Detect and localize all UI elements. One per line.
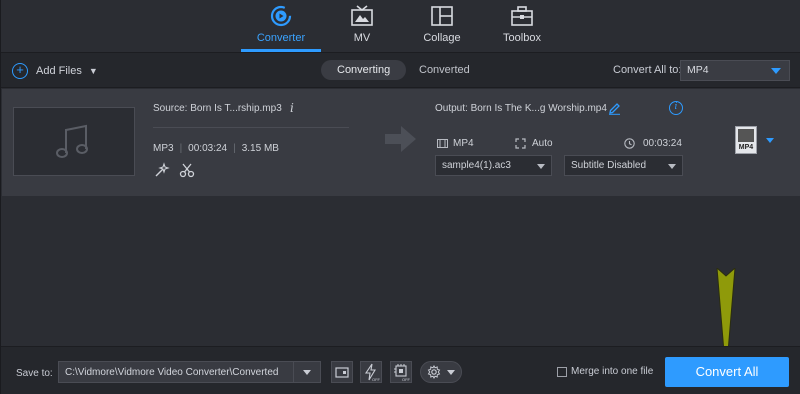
settings-button[interactable] [420, 361, 462, 383]
edit-icon[interactable] [608, 102, 621, 115]
checkbox[interactable] [557, 366, 567, 377]
save-to-label: Save to: [16, 368, 53, 379]
clock-icon [624, 138, 635, 149]
dropdown-arrow-icon [771, 68, 781, 74]
output-filename: Output: Born Is The K...g Worship.mp4 [435, 103, 607, 114]
source-filename: Source: Born Is T...rship.mp3 [153, 103, 282, 114]
output-info-icon[interactable]: i [669, 101, 683, 115]
tab-converted[interactable]: Converted [403, 60, 486, 80]
svg-text:OFF: OFF [372, 377, 381, 382]
file-row: Source: Born Is T...rship.mp3 i MP3 | 00… [2, 89, 800, 196]
cpu-off-icon: OFF [394, 364, 411, 382]
video-format-icon [437, 139, 448, 148]
chevron-down-icon [447, 370, 455, 375]
tab-converting[interactable]: Converting [321, 60, 407, 80]
save-path-dropdown[interactable] [293, 362, 320, 382]
gpu-accel-button[interactable]: OFF [390, 361, 412, 383]
music-note-icon [56, 124, 88, 158]
arrow-right-icon [385, 126, 416, 152]
merge-checkbox[interactable]: Merge into one file [557, 366, 653, 377]
source-format: MP3 [153, 143, 174, 154]
output-resolution: Auto [532, 138, 553, 149]
gear-icon [427, 365, 441, 379]
separator: | [179, 143, 183, 154]
tab-collage[interactable]: Collage [402, 0, 482, 52]
mv-icon [351, 5, 373, 26]
source-duration: 00:03:24 [188, 143, 228, 154]
save-path-value: C:\Vidmore\Vidmore Video Converter\Conve… [65, 367, 279, 378]
divider [153, 127, 349, 128]
audio-track-value: sample4(1).ac3 [442, 160, 511, 171]
svg-text:OFF: OFF [402, 377, 411, 382]
add-files-label: Add Files [36, 65, 82, 77]
bottom-bar: Save to: C:\Vidmore\Vidmore Video Conver… [1, 346, 800, 394]
tab-converter[interactable]: Converter [241, 0, 321, 52]
app-window: Converter MV Collage Toolbox + Add Files… [0, 0, 800, 394]
tab-collage-label: Collage [423, 32, 461, 44]
output-format-badge[interactable]: MP4 [735, 126, 757, 154]
lightning-off-icon: OFF [364, 363, 381, 382]
dropdown-arrow-icon [537, 164, 545, 169]
add-files-button[interactable]: + Add Files ▼ [12, 62, 98, 80]
tab-toolbox[interactable]: Toolbox [482, 0, 562, 52]
top-nav: Converter MV Collage Toolbox [1, 0, 800, 52]
scissors-icon[interactable] [179, 162, 195, 178]
tab-converter-label: Converter [256, 32, 306, 44]
open-folder-button[interactable] [331, 361, 353, 383]
enhance-icon[interactable] [154, 162, 170, 178]
output-format: MP4 [453, 138, 474, 149]
dropdown-arrow-icon [668, 164, 676, 169]
file-thumbnail [13, 107, 135, 176]
film-icon [738, 129, 754, 142]
subtitle-value: Subtitle Disabled [571, 160, 647, 171]
separator: | [233, 143, 236, 154]
tab-toolbox-label: Toolbox [503, 32, 541, 44]
output-duration: 00:03:24 [643, 138, 682, 149]
save-path-field[interactable]: C:\Vidmore\Vidmore Video Converter\Conve… [58, 361, 321, 383]
source-size: 3.15 MB [241, 143, 279, 154]
folder-icon [335, 367, 349, 378]
resolution-icon [515, 138, 526, 149]
hardware-accel-button[interactable]: OFF [360, 361, 382, 383]
format-badge-label: MP4 [738, 144, 754, 151]
toolbar: + Add Files ▼ Converting Converted Conve… [1, 52, 800, 88]
convert-all-format-value: MP4 [687, 64, 709, 76]
convert-all-format-select[interactable]: MP4 [680, 60, 790, 81]
convert-all-button[interactable]: Convert All [665, 357, 789, 387]
source-meta: MP3 | 00:03:24 | 3.15 MB [153, 143, 279, 154]
collage-icon [431, 6, 453, 26]
audio-track-select[interactable]: sample4(1).ac3 [435, 155, 552, 176]
merge-label: Merge into one file [571, 366, 654, 377]
format-chevron-down-icon[interactable] [766, 138, 774, 143]
convert-all-to-label: Convert All to: [613, 64, 682, 76]
tab-mv[interactable]: MV [322, 0, 402, 52]
subtitle-select[interactable]: Subtitle Disabled [564, 155, 683, 176]
plus-icon: + [12, 63, 28, 79]
chevron-down-icon[interactable]: ▼ [89, 66, 98, 76]
tab-mv-label: MV [353, 32, 371, 44]
info-icon[interactable]: i [290, 101, 294, 115]
converter-icon [270, 5, 292, 27]
toolbox-icon [511, 6, 533, 26]
